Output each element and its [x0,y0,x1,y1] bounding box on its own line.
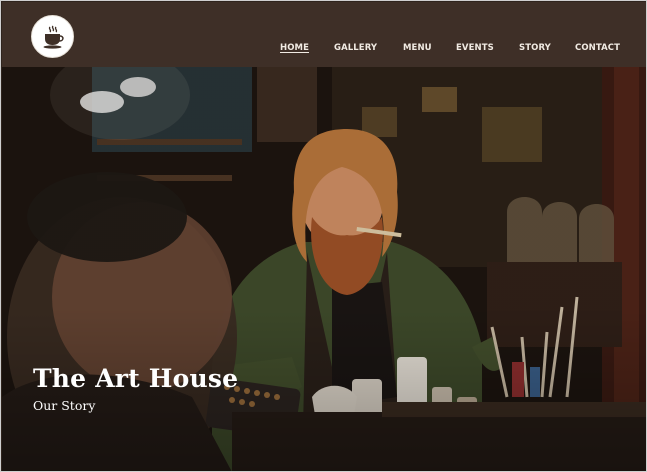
nav-story[interactable]: STORY [519,43,551,57]
page-frame: HOME GALLERY MENU EVENTS STORY CONTACT T… [0,0,647,472]
hero-subtitle[interactable]: Our Story [33,398,95,413]
nav-events[interactable]: EVENTS [456,43,494,57]
hero-section: The Art House Our Story [2,67,646,471]
nav-contact[interactable]: CONTACT [575,43,620,57]
hero-title: The Art House [33,364,239,393]
site-header: HOME GALLERY MENU EVENTS STORY CONTACT [2,2,646,67]
hero-overlay [2,67,646,471]
main-nav: HOME GALLERY MENU EVENTS STORY CONTACT [2,2,646,67]
nav-home[interactable]: HOME [280,43,309,57]
nav-menu[interactable]: MENU [403,43,432,57]
nav-gallery[interactable]: GALLERY [334,43,377,57]
